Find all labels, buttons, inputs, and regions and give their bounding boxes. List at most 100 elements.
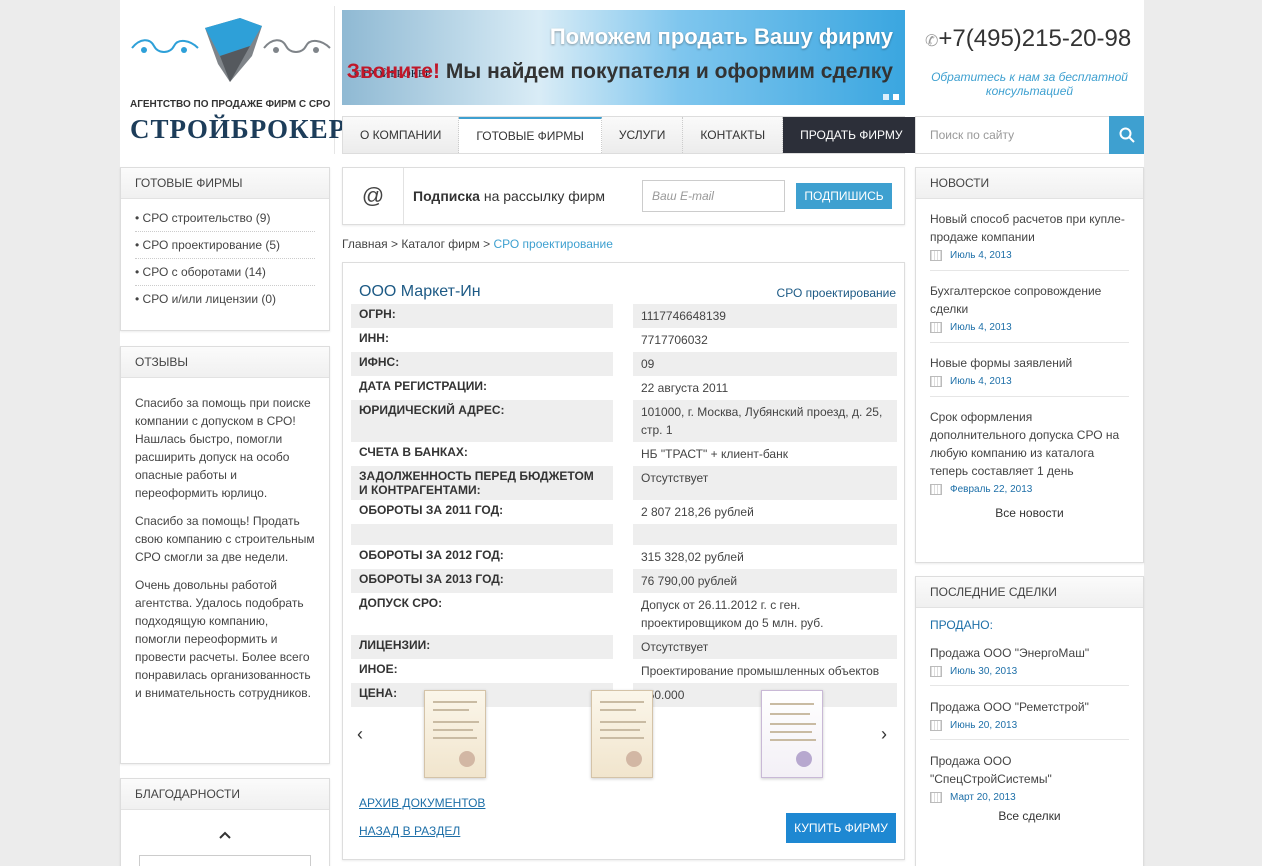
table-row (351, 524, 897, 545)
news-title[interactable]: Новый способ расчетов при купле-продаже … (930, 210, 1129, 246)
thanks-panel-title: БЛАГОДАРНОСТИ (121, 779, 329, 810)
deal-item[interactable]: Продажа ООО "ЭнергоМаш" Июль 30, 2013 (930, 632, 1129, 686)
deal-title[interactable]: Продажа ООО "СпецСтройСистемы" (930, 752, 1052, 788)
main-nav: О КОМПАНИИ ГОТОВЫЕ ФИРМЫ УСЛУГИ КОНТАКТЫ… (342, 116, 920, 154)
subscribe-text-rest: на рассылку фирм (479, 188, 605, 204)
detail-key: ИНОЕ: (359, 662, 398, 676)
table-row: СЧЕТА В БАНКАХ: НБ "ТРАСТ" + клиент-банк (351, 442, 897, 466)
nav-item-firms[interactable]: ГОТОВЫЕ ФИРМЫ (459, 117, 602, 153)
banner-pager (883, 94, 899, 100)
banner-subline-text: Мы найдем покупателя и оформим сделку (445, 60, 893, 83)
news-item[interactable]: Бухгалтерское сопровождение сделки Июль … (930, 271, 1129, 343)
news-title[interactable]: Новые формы заявлений (930, 354, 1129, 372)
calendar-icon (930, 666, 942, 677)
chevron-right-icon[interactable]: › (881, 724, 887, 745)
nav-item-contacts[interactable]: КОНТАКТЫ (683, 117, 784, 153)
category-item[interactable]: • СРО строительство (9) (135, 205, 315, 232)
table-row: ИФНС: 09 (351, 352, 897, 376)
news-date-text: Февраль 22, 2013 (950, 484, 1033, 495)
news-date-text: Июль 4, 2013 (950, 322, 1012, 333)
at-icon: @ (343, 168, 404, 224)
breadcrumb-current: СРО проектирование (493, 237, 613, 251)
site-search (915, 116, 1144, 154)
news-date: Февраль 22, 2013 (930, 484, 1129, 495)
table-row: ДОПУСК СРО: Допуск от 26.11.2012 г. с ген… (351, 593, 897, 635)
breadcrumb-path[interactable]: Главная > Каталог фирм > (342, 237, 493, 251)
email-field[interactable] (642, 180, 785, 212)
calendar-icon (930, 376, 942, 387)
review-text: Спасибо за помощь! Продать свою компанию… (135, 514, 315, 564)
calendar-icon (930, 250, 942, 261)
detail-key: ДАТА РЕГИСТРАЦИИ: (359, 379, 487, 393)
buy-firm-button[interactable]: КУПИТЬ ФИРМУ (786, 813, 896, 843)
nav-item-services[interactable]: УСЛУГИ (602, 117, 684, 153)
all-news-link[interactable]: Все новости (916, 504, 1143, 520)
chevron-left-icon[interactable]: ‹ (357, 724, 363, 745)
deal-date-text: Март 20, 2013 (950, 792, 1016, 803)
review-text: Спасибо за помощь при поиске компании с … (135, 396, 311, 500)
banner-dot-active[interactable] (893, 94, 899, 100)
nav-item-about[interactable]: О КОМПАНИИ (343, 117, 460, 153)
news-item[interactable]: Срок оформления дополнительного допуска … (930, 397, 1129, 504)
news-item[interactable]: Новые формы заявлений Июль 4, 2013 (930, 343, 1129, 397)
deal-title[interactable]: Продажа ООО "ЭнергоМаш" (930, 644, 1129, 662)
table-row: ЗАДОЛЖЕННОСТЬ ПЕРЕД БЮДЖЕТОМ И КОНТРАГЕН… (351, 466, 897, 500)
search-button[interactable] (1109, 116, 1144, 154)
subscribe-text: Подписка на рассылку фирм (413, 188, 605, 204)
detail-value: НБ "ТРАСТ" + клиент-банк (641, 447, 788, 461)
calendar-icon (930, 720, 942, 731)
firms-category-list: • СРО строительство (9) • СРО проектиров… (121, 199, 329, 319)
category-label: СРО с оборотами (14) (142, 265, 266, 279)
all-deals-link[interactable]: Все сделки (916, 805, 1143, 823)
table-row: ЮРИДИЧЕСКИЙ АДРЕС: 101000, г. Москва, Луб… (351, 400, 897, 442)
deal-item[interactable]: Продажа ООО "СпецСтройСистемы" Март 20, … (930, 740, 1129, 805)
back-to-section-link[interactable]: НАЗАД В РАЗДЕЛ (359, 824, 460, 838)
news-title[interactable]: Бухгалтерское сопровождение сделки (930, 282, 1129, 318)
logo-subtitle: АГЕНТСТВО ПО ПРОДАЖЕ ФИРМ С СРО (130, 99, 331, 110)
banner-call: Звоните! (346, 60, 440, 83)
phone-icon: ✆ (925, 33, 939, 50)
promo-banner[interactable]: СТРОЙБРОКЕР Поможем продать Вашу фирму З… (342, 10, 905, 105)
review-text: Очень довольны работой агентства. Удалос… (135, 578, 311, 700)
site-logo[interactable]: АГЕНТСТВО ПО ПРОДАЖЕ ФИРМ С СРО СТРОЙБРО… (120, 6, 345, 154)
firm-category-link[interactable]: СРО проектирование (777, 286, 896, 300)
document-thumbnail[interactable] (424, 690, 486, 778)
news-panel: НОВОСТИ Новый способ расчетов при купле-… (915, 167, 1144, 563)
detail-value (633, 524, 897, 545)
detail-value: 76 790,00 рублей (633, 569, 897, 593)
detail-key: ОБОРОТЫ ЗА 2012 ГОД: (359, 548, 504, 562)
banner-headline: Поможем продать Вашу фирму (549, 24, 893, 49)
category-item[interactable]: • СРО и/или лицензии (0) (135, 286, 315, 313)
news-date: Июль 4, 2013 (930, 322, 1129, 333)
subscribe-button[interactable]: ПОДПИШИСЬ (796, 183, 892, 209)
phone-text: +7(495)215-20-98 (938, 25, 1132, 52)
detail-key: ОБОРОТЫ ЗА 2013 ГОД: (351, 569, 613, 593)
document-thumbnail[interactable] (761, 690, 823, 778)
phone-number: ✆+7(495)215-20-98 (925, 25, 1131, 53)
deal-date-text: Июль 30, 2013 (950, 666, 1018, 677)
detail-key: ОГРН: (351, 304, 613, 328)
detail-value: Допуск от 26.11.2012 г. с ген. проектиро… (641, 598, 824, 630)
table-row: ИНОЕ: Проектирование промышленных объекто… (351, 659, 897, 683)
reviews-list: Спасибо за помощь при поиске компании с … (121, 378, 329, 702)
detail-key: ЗАДОЛЖЕННОСТЬ ПЕРЕД БЮДЖЕТОМ И КОНТРАГЕН… (351, 466, 613, 500)
nav-item-sell-firm[interactable]: ПРОДАТЬ ФИРМУ (783, 117, 920, 153)
banner-dot[interactable] (883, 94, 889, 100)
thanks-letter-thumbnail[interactable] (139, 855, 311, 866)
documents-archive-link[interactable]: АРХИВ ДОКУМЕНТОВ (359, 796, 485, 810)
deal-title[interactable]: Продажа ООО "Реметстрой" (930, 698, 1129, 716)
chevron-up-icon[interactable] (219, 831, 231, 839)
table-row: ОБОРОТЫ ЗА 2011 ГОД: 2 807 218,26 рублей (351, 500, 897, 524)
table-row: ОГРН: 1117746648139 (351, 304, 897, 328)
deal-item[interactable]: Продажа ООО "Реметстрой" Июнь 20, 2013 (930, 686, 1129, 740)
category-item[interactable]: • СРО с оборотами (14) (135, 259, 315, 286)
news-title[interactable]: Срок оформления дополнительного допуска … (930, 408, 1129, 480)
reviews-panel-title: ОТЗЫВЫ (121, 347, 329, 378)
deal-date: Март 20, 2013 (930, 792, 1129, 803)
news-date: Июль 4, 2013 (930, 250, 1129, 261)
news-item[interactable]: Новый способ расчетов при купле-продаже … (930, 199, 1129, 271)
sold-label: ПРОДАНО: (930, 618, 993, 632)
search-input[interactable] (916, 117, 1110, 153)
category-item[interactable]: • СРО проектирование (5) (135, 232, 315, 259)
document-thumbnail[interactable] (591, 690, 653, 778)
